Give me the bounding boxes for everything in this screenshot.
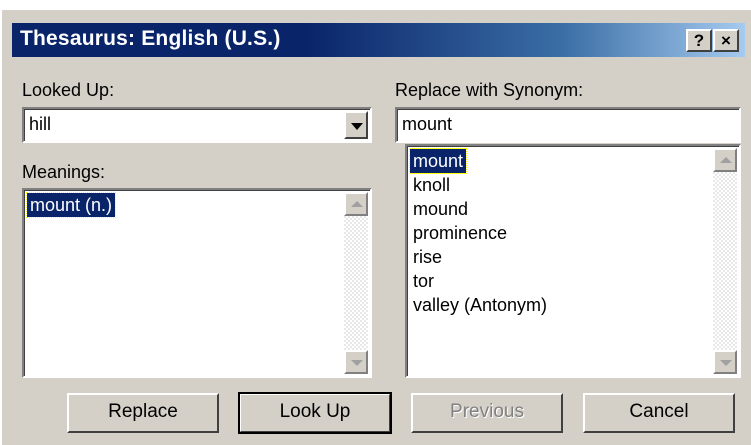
meanings-list[interactable]: mount (n.) xyxy=(22,188,372,378)
synonym-item-valley[interactable]: valley (Antonym) xyxy=(410,293,550,317)
look-up-button[interactable]: Look Up xyxy=(238,392,392,434)
title-bar[interactable]: Thesaurus: English (U.S.) ? × xyxy=(12,23,745,57)
looked-up-combobox[interactable]: hill xyxy=(22,107,372,143)
chevron-down-icon xyxy=(351,123,363,130)
synonym-item-tor[interactable]: tor xyxy=(410,269,437,293)
window-title: Thesaurus: English (U.S.) xyxy=(20,27,281,50)
replace-button[interactable]: Replace xyxy=(67,393,219,433)
synonym-scrollbar[interactable] xyxy=(713,148,737,374)
looked-up-dropdown-button[interactable] xyxy=(344,111,368,139)
meanings-item[interactable]: mount (n.) xyxy=(25,192,117,218)
synonym-item-knoll[interactable]: knoll xyxy=(410,173,453,197)
meanings-scrollbar[interactable] xyxy=(344,192,368,374)
scroll-down-button[interactable] xyxy=(344,350,368,374)
scroll-up-button[interactable] xyxy=(713,148,737,172)
synonym-item-mound[interactable]: mound xyxy=(410,197,471,221)
scroll-up-button[interactable] xyxy=(344,192,368,216)
thesaurus-dialog: Thesaurus: English (U.S.) ? × Looked Up:… xyxy=(0,8,751,445)
synonym-item-rise[interactable]: rise xyxy=(410,245,445,269)
synonym-label: Replace with Synonym: xyxy=(395,80,584,100)
synonym-input[interactable]: mount xyxy=(395,107,741,143)
synonym-list[interactable]: mount knoll mound prominence rise tor va… xyxy=(405,144,741,378)
meanings-label: Meanings: xyxy=(22,162,106,182)
synonym-item-prominence[interactable]: prominence xyxy=(410,221,510,245)
looked-up-label: Looked Up: xyxy=(22,80,115,100)
scroll-down-icon xyxy=(720,360,732,366)
synonym-item-mount[interactable]: mount xyxy=(408,148,468,174)
scroll-up-icon xyxy=(351,201,363,207)
previous-button[interactable]: Previous xyxy=(411,393,563,433)
cancel-button[interactable]: Cancel xyxy=(583,393,735,433)
close-button[interactable]: × xyxy=(713,29,739,52)
scroll-down-button[interactable] xyxy=(713,350,737,374)
scroll-down-icon xyxy=(351,360,363,366)
looked-up-value: hill xyxy=(29,114,52,134)
synonym-value: mount xyxy=(402,114,453,134)
help-button[interactable]: ? xyxy=(686,29,712,52)
scroll-up-icon xyxy=(720,157,732,163)
